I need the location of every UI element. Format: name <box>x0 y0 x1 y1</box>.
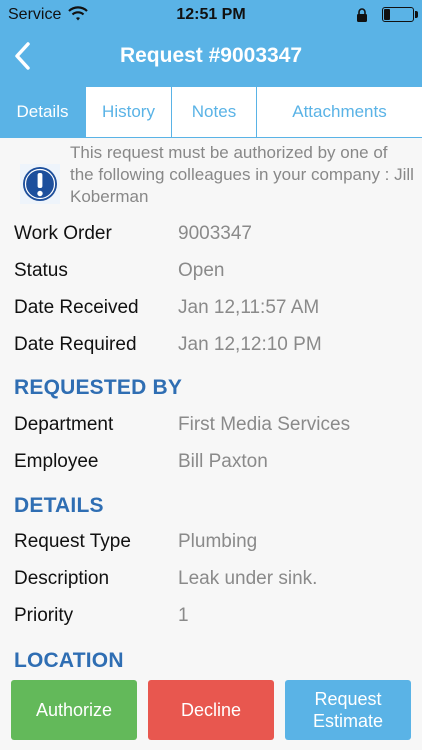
nav-header: Service 12:51 PM Request #9003347 <box>0 0 422 86</box>
request-type-label: Request Type <box>14 531 131 552</box>
employee-label: Employee <box>14 451 99 472</box>
priority-label: Priority <box>14 605 74 626</box>
tab-details[interactable]: Details <box>0 87 86 137</box>
authorize-button[interactable]: Authorize <box>11 680 137 740</box>
department-label: Department <box>14 414 114 435</box>
location-heading: LOCATION <box>14 649 124 672</box>
tab-bar: Details History Notes Attachments <box>0 86 422 138</box>
page-title: Request #9003347 <box>119 44 303 67</box>
date-required-value: Jan 12,12:10 PM <box>178 334 322 355</box>
priority-value: 1 <box>178 605 189 626</box>
alert-icon <box>20 164 60 204</box>
requested-by-heading: REQUESTED BY <box>14 376 183 399</box>
date-received-value: Jan 12,11:57 AM <box>178 297 320 318</box>
description-value: Leak under sink. <box>178 568 318 589</box>
orientation-lock-icon <box>357 8 367 22</box>
status-bar: Service 12:51 PM <box>0 0 422 30</box>
notice-text: This request must be authorized by one o… <box>70 143 414 206</box>
tab-attachments[interactable]: Attachments <box>257 87 422 137</box>
battery-icon <box>382 7 414 22</box>
action-bar: Authorize Decline Request Estimate <box>0 672 422 750</box>
tab-notes[interactable]: Notes <box>172 87 257 137</box>
battery-level <box>384 9 390 20</box>
request-type-value: Plumbing <box>178 531 258 552</box>
work-order-value: 9003347 <box>178 223 252 244</box>
battery-nub <box>415 11 418 18</box>
description-label: Description <box>14 568 110 589</box>
tab-history[interactable]: History <box>86 87 172 137</box>
request-estimate-button[interactable]: Request Estimate <box>285 680 411 740</box>
status-value: Open <box>178 260 225 281</box>
date-received-label: Date Received <box>14 297 139 318</box>
decline-button[interactable]: Decline <box>148 680 274 740</box>
employee-value: Bill Paxton <box>178 451 268 472</box>
status-label: Status <box>14 260 68 281</box>
date-required-label: Date Required <box>14 334 137 355</box>
details-heading: DETAILS <box>14 494 104 517</box>
work-order-label: Work Order <box>14 223 112 244</box>
department-value: First Media Services <box>178 414 351 435</box>
